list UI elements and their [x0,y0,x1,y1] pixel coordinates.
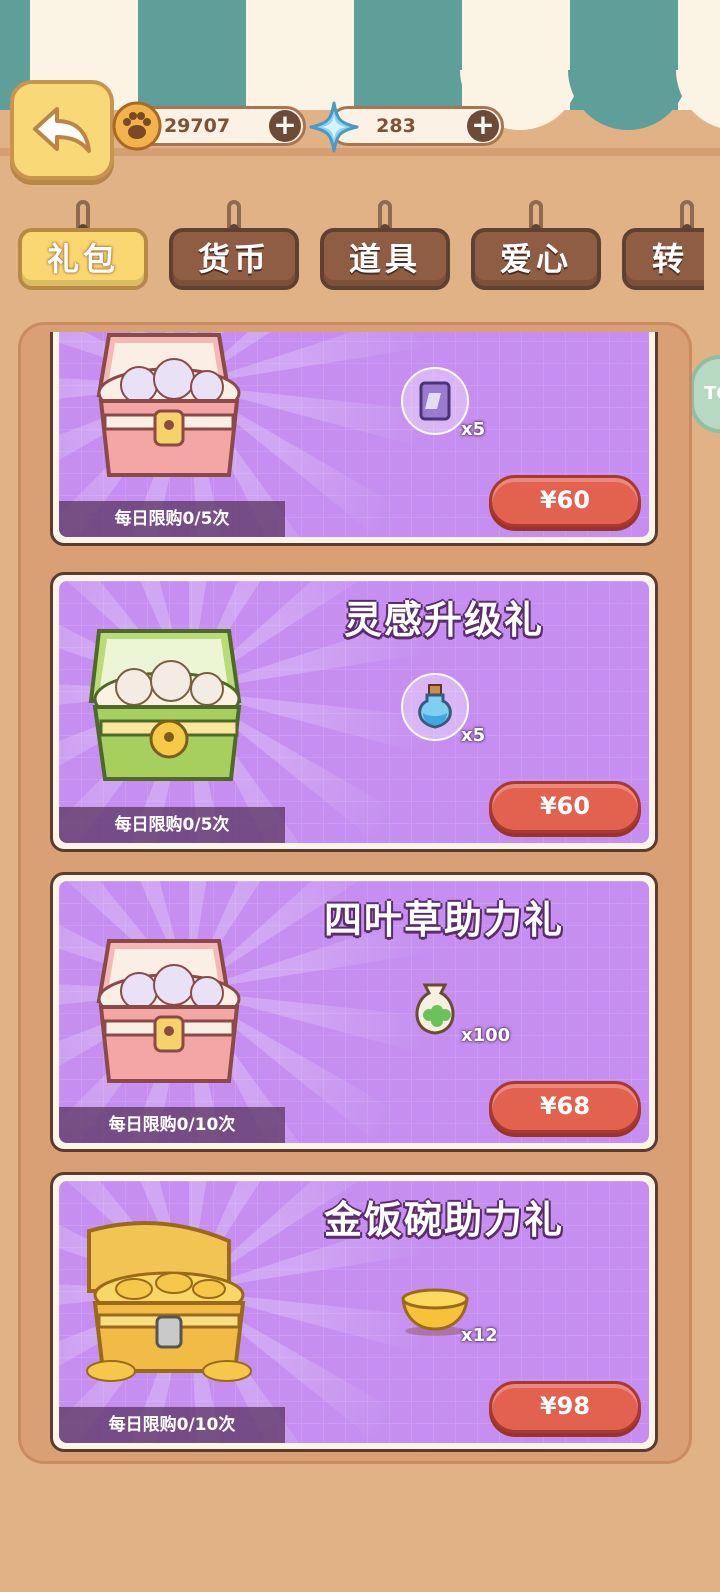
item-quantity: x5 [461,419,486,440]
tab-transfer[interactable]: 转 [622,200,704,295]
daily-limit-label: 每日限购0/10次 [59,1407,285,1443]
tab-items[interactable]: 道具 [320,200,450,295]
tab-label: 爱心 [471,228,601,290]
buy-button[interactable]: ¥98 [489,1381,641,1433]
pink-chest-icon [79,332,259,485]
tab-label: 礼包 [18,228,148,290]
tab-gift-pack[interactable]: 礼包 [18,200,148,295]
back-arrow-icon [33,107,91,153]
buy-button[interactable]: ¥60 [489,475,641,527]
daily-limit-label: 每日限购0/5次 [59,501,285,537]
tab-currency[interactable]: 货币 [169,200,299,295]
back-button[interactable] [10,80,114,180]
item-quantity: x100 [461,1025,511,1046]
buy-button[interactable]: ¥60 [489,781,641,833]
gift-pack-card: 灵感升级礼 x5 每日限购0/5次 ¥60 [50,572,658,852]
pink-chest-icon [79,921,259,1091]
tab-label: 货币 [169,228,299,290]
daily-limit-label: 每日限购0/10次 [59,1107,285,1143]
item-quantity: x12 [461,1325,498,1346]
gift-pack-card: x5 每日限购0/5次 ¥60 [50,332,658,546]
add-gem-button[interactable]: + [467,110,499,142]
green-chest-icon [79,621,259,791]
gold-chest-icon [79,1221,259,1391]
add-paw-button[interactable]: + [269,110,301,142]
shop-panel: x5 每日限购0/5次 ¥60 灵感升级礼 x5 每日限购0/5次 ¥60 四叶… [18,322,692,1464]
pack-title: 金饭碗助力礼 [323,1198,564,1242]
daily-limit-label: 每日限购0/5次 [59,807,285,843]
gift-pack-list[interactable]: x5 每日限购0/5次 ¥60 灵感升级礼 x5 每日限购0/5次 ¥60 四叶… [18,332,692,1454]
diamond-star-icon [309,101,359,153]
tab-label: 转 [622,228,704,290]
buy-button[interactable]: ¥68 [489,1081,641,1133]
item-quantity: x5 [461,725,486,746]
tab-hearts[interactable]: 爱心 [471,200,601,295]
gift-pack-card: 四叶草助力礼 x100 每日限购0/10次 ¥68 [50,872,658,1152]
side-event-badge[interactable]: TC [690,355,720,433]
tab-label: 道具 [320,228,450,290]
gift-pack-card: 金饭碗助力礼 x12 每日限购0/10次 ¥98 [50,1172,658,1452]
pack-title: 灵感升级礼 [343,598,544,642]
paw-coin-icon [112,101,162,151]
pack-title: 四叶草助力礼 [323,898,564,942]
